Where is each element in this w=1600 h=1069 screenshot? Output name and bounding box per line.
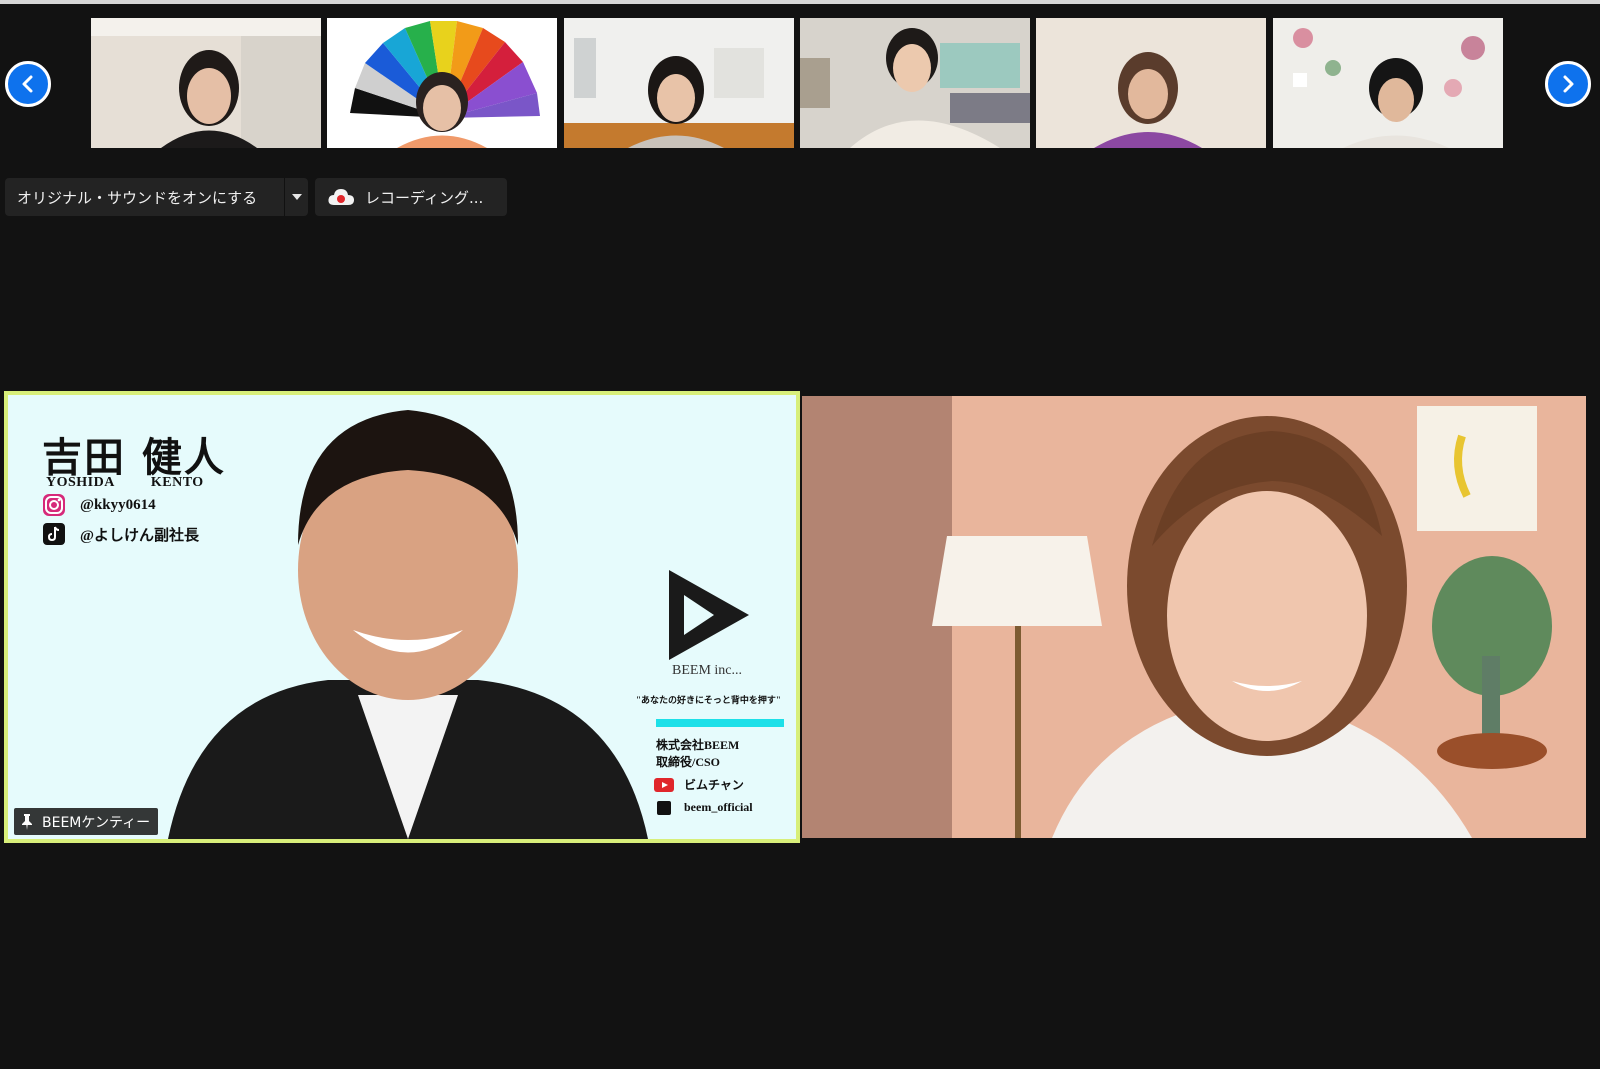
speaker-name-roman: YOSHIDA KENTO <box>46 475 240 491</box>
tiktok-row: @よしけん副社長 <box>42 522 199 546</box>
caret-down-icon <box>291 194 302 200</box>
original-sound-label: オリジナル・サウンドをオンにする <box>17 188 258 207</box>
chevron-left-icon <box>22 75 33 93</box>
instagram-icon <box>43 494 65 516</box>
participant-video-1[interactable] <box>91 18 321 148</box>
youtube-channel: ビムチャン <box>684 778 744 792</box>
company-title: 取締役/CSO <box>656 755 721 769</box>
company-name: 株式会社BEEM <box>656 738 740 752</box>
tiktok-small-icon <box>657 800 671 815</box>
active-speaker-video[interactable]: 吉田 健人 YOSHIDA KENTO @kkyy0614 @よしけん副社長 BE… <box>4 391 800 843</box>
tiktok-official-row: beem_official <box>654 800 753 815</box>
window-top-strip <box>0 0 1600 4</box>
youtube-row: ビムチャン <box>654 776 744 793</box>
chevron-right-icon <box>1563 75 1574 93</box>
speaker-last-name-roman: KENTO <box>150 475 204 490</box>
speaker-first-name-roman: YOSHIDA <box>46 475 115 490</box>
beem-logo-icon <box>669 570 749 660</box>
participant-video-frame <box>802 396 1586 838</box>
participant-video-6[interactable] <box>1273 18 1503 148</box>
instagram-handle: @kkyy0614 <box>80 496 156 513</box>
participant-video-5[interactable] <box>1036 18 1266 148</box>
gallery-prev-button[interactable] <box>5 61 51 107</box>
youtube-icon <box>654 777 674 792</box>
speaker-display-name: BEEMケンティー <box>42 814 151 831</box>
recording-button[interactable]: レコーディング... <box>315 178 507 216</box>
divider-bar <box>656 719 784 727</box>
tiktok-handle: @よしけん副社長 <box>80 527 199 544</box>
instagram-row: @kkyy0614 <box>42 493 156 517</box>
cloud-record-icon <box>328 189 354 205</box>
speaker-name-tag: BEEMケンティー <box>14 808 159 835</box>
participant-main-video[interactable] <box>802 396 1586 838</box>
pin-icon <box>22 813 32 830</box>
original-sound-button[interactable]: オリジナル・サウンドをオンにする <box>5 178 285 216</box>
original-sound-dropdown[interactable] <box>285 178 308 216</box>
original-sound-control: オリジナル・サウンドをオンにする <box>5 178 308 216</box>
beem-slogan: "あなたの好きにそっと背中を押す" <box>636 695 781 705</box>
participant-video-4[interactable] <box>800 18 1030 148</box>
company-info: 株式会社BEEM 取締役/CSO <box>656 737 739 771</box>
tiktok-icon <box>43 523 65 545</box>
tiktok-official: beem_official <box>684 800 753 814</box>
beem-brand-label: BEEM inc... <box>672 663 742 678</box>
gallery-next-button[interactable] <box>1545 61 1591 107</box>
participant-video-2[interactable] <box>327 18 557 148</box>
participant-video-3[interactable] <box>564 18 794 148</box>
recording-label: レコーディング... <box>365 188 484 207</box>
